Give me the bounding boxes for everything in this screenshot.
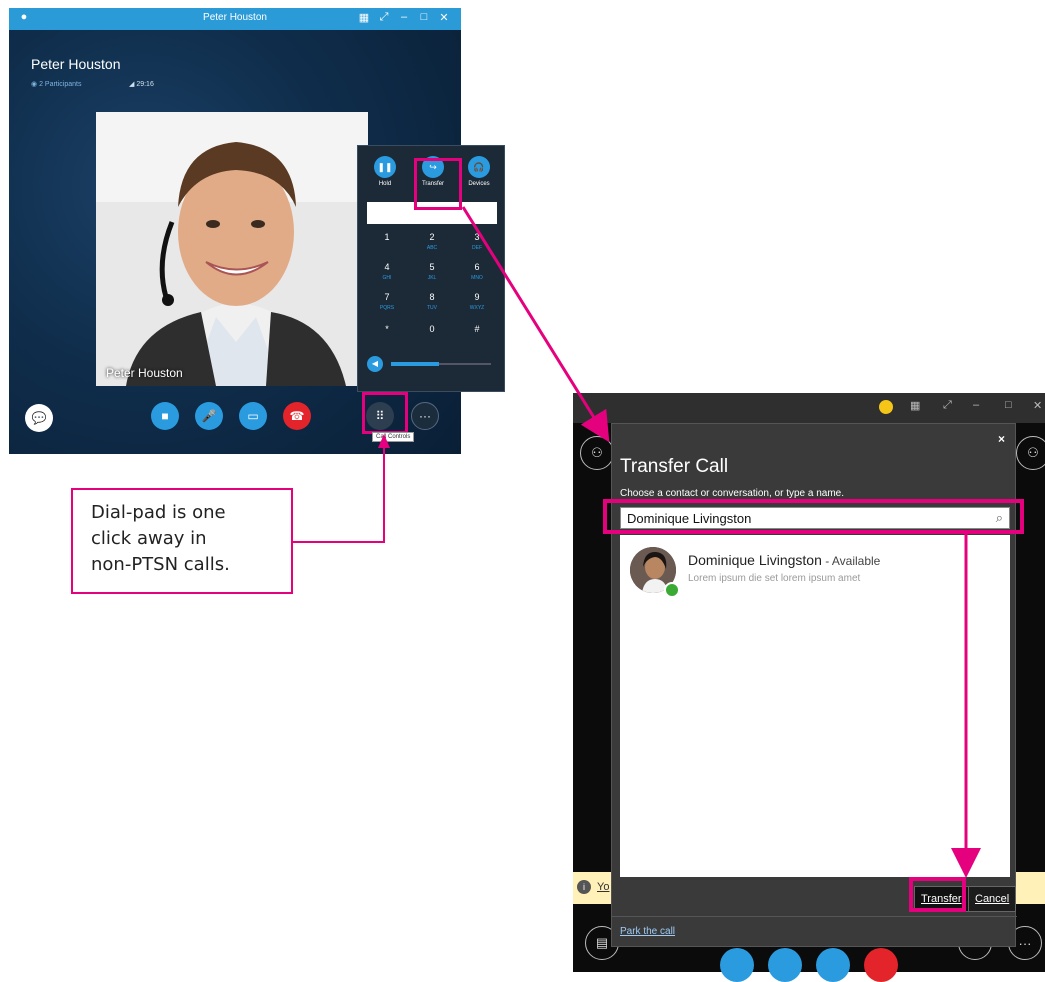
microphone-icon: 🎤 — [201, 409, 217, 423]
snap-icon[interactable]: ▦ — [357, 11, 371, 24]
chat-icon: ▤ — [595, 935, 609, 950]
callout-line: click away in — [91, 528, 207, 549]
devices-label: Devices — [468, 181, 490, 187]
chat-button[interactable]: 💬 — [25, 404, 53, 432]
participants-button[interactable]: ⚇ — [580, 436, 614, 470]
video-name-label: Peter Houston — [106, 366, 183, 380]
dialpad-key[interactable]: 2 ABC — [413, 232, 451, 256]
minimize-icon[interactable]: – — [973, 399, 979, 411]
people-icon: ⚇ — [591, 445, 603, 460]
share-button[interactable] — [816, 948, 850, 982]
search-highlight — [603, 499, 1024, 534]
add-people-icon: ⚇ — [1027, 445, 1039, 460]
dialpad-key[interactable]: 1 — [368, 232, 406, 256]
dialpad-key[interactable]: 7 PQRS — [368, 292, 406, 316]
transfer-button-highlight — [909, 877, 966, 912]
cancel-button[interactable]: Cancel — [968, 886, 1017, 912]
video-camera-icon: ■ — [161, 409, 169, 423]
hold-button[interactable]: ❚❚ Hold — [366, 156, 404, 187]
dialpad-key[interactable]: 9 WXYZ — [458, 292, 496, 316]
call-timer: ◢ 29:16 — [129, 81, 154, 88]
add-people-button[interactable]: ⚇ — [1016, 436, 1045, 470]
volume-fill — [391, 362, 439, 366]
contact-result-item[interactable]: Dominique Livingston - Available Lorem i… — [620, 535, 1010, 607]
video-button[interactable] — [720, 948, 754, 982]
hold-label: Hold — [378, 181, 392, 187]
search-results-list: Dominique Livingston - Available Lorem i… — [620, 535, 1010, 877]
dialpad-key[interactable]: 5 JKL — [413, 262, 451, 286]
dialpad-key[interactable]: * — [368, 324, 406, 348]
window-title: Peter Houston — [203, 12, 267, 23]
dialpad-key[interactable]: 6 MNO — [458, 262, 496, 286]
hang-up-button[interactable]: ☎ — [283, 402, 311, 430]
caller-name: Peter Houston — [31, 56, 121, 72]
video-button[interactable]: ■ — [151, 402, 179, 430]
snap-icon[interactable]: ▦ — [910, 399, 920, 412]
hang-up-button[interactable] — [864, 948, 898, 982]
close-icon[interactable]: ✕ — [1033, 399, 1042, 412]
background-title-bar: ▦ ⤢ – □ ✕ — [573, 393, 1045, 423]
fullscreen-icon[interactable]: ⤢ — [943, 399, 952, 412]
emoji-icon[interactable] — [879, 400, 893, 414]
contact-name: Dominique Livingston - Available — [688, 552, 881, 568]
callout-line: Dial-pad is one — [91, 502, 226, 523]
participants-link[interactable]: ◉ 2 Participants — [31, 80, 81, 88]
banner-text[interactable]: Yo — [597, 881, 609, 893]
contact-status: - Available — [821, 554, 881, 568]
caller-portrait — [96, 112, 368, 386]
dialpad-key[interactable]: 3 DEF — [458, 232, 496, 256]
transfer-highlight — [414, 158, 462, 210]
volume-slider[interactable]: ◀ — [367, 356, 497, 372]
dialog-title: Transfer Call — [620, 456, 729, 477]
pause-icon: ❚❚ — [374, 156, 396, 178]
mute-button[interactable] — [768, 948, 802, 982]
park-call-link[interactable]: Park the call — [620, 926, 675, 937]
participants-icon: ◉ — [31, 81, 40, 88]
call-controls-tooltip: Call Controls — [372, 432, 415, 442]
headset-icon: 🎧 — [468, 156, 490, 178]
share-screen-button[interactable]: ▭ — [239, 402, 267, 430]
minimize-icon[interactable]: – — [397, 11, 411, 23]
available-status-icon — [664, 582, 680, 598]
more-options-button[interactable]: ··· — [411, 402, 439, 430]
video-feed: Peter Houston — [96, 112, 368, 386]
dialpad-key[interactable]: # — [458, 324, 496, 348]
dialpad-key[interactable]: 0 — [413, 324, 451, 348]
maximize-icon[interactable]: □ — [1005, 399, 1012, 411]
info-icon: i — [577, 880, 591, 894]
hang-up-icon: ☎ — [289, 409, 305, 423]
more-icon: ··· — [419, 409, 431, 423]
callout-line: non-PTSN calls. — [91, 554, 230, 575]
maximize-icon[interactable]: □ — [417, 11, 431, 23]
fullscreen-icon[interactable]: ⤢ — [377, 11, 391, 24]
chat-icon: 💬 — [31, 411, 47, 425]
dialpad-key[interactable]: 8 TUV — [413, 292, 451, 316]
monitor-icon: ▭ — [247, 409, 259, 423]
speaker-icon: ◀ — [367, 356, 383, 372]
dialog-instruction: Choose a contact or conversation, or typ… — [620, 488, 845, 499]
close-icon[interactable]: × — [998, 432, 1005, 446]
devices-button[interactable]: 🎧 Devices — [460, 156, 498, 187]
divider — [612, 916, 1017, 917]
callout-box: Dial-pad is one click away in non-PTSN c… — [71, 488, 293, 594]
close-icon[interactable]: ✕ — [437, 11, 451, 24]
call-controls-highlight — [362, 392, 408, 434]
mute-button[interactable]: 🎤 — [195, 402, 223, 430]
contact-status-note: Lorem ipsum die set lorem ipsum amet — [688, 573, 861, 584]
dialpad-key[interactable]: 4 GHI — [368, 262, 406, 286]
title-bar: ● Peter Houston ▦ ⤢ – □ ✕ — [9, 8, 461, 30]
more-icon: ··· — [1018, 935, 1032, 951]
